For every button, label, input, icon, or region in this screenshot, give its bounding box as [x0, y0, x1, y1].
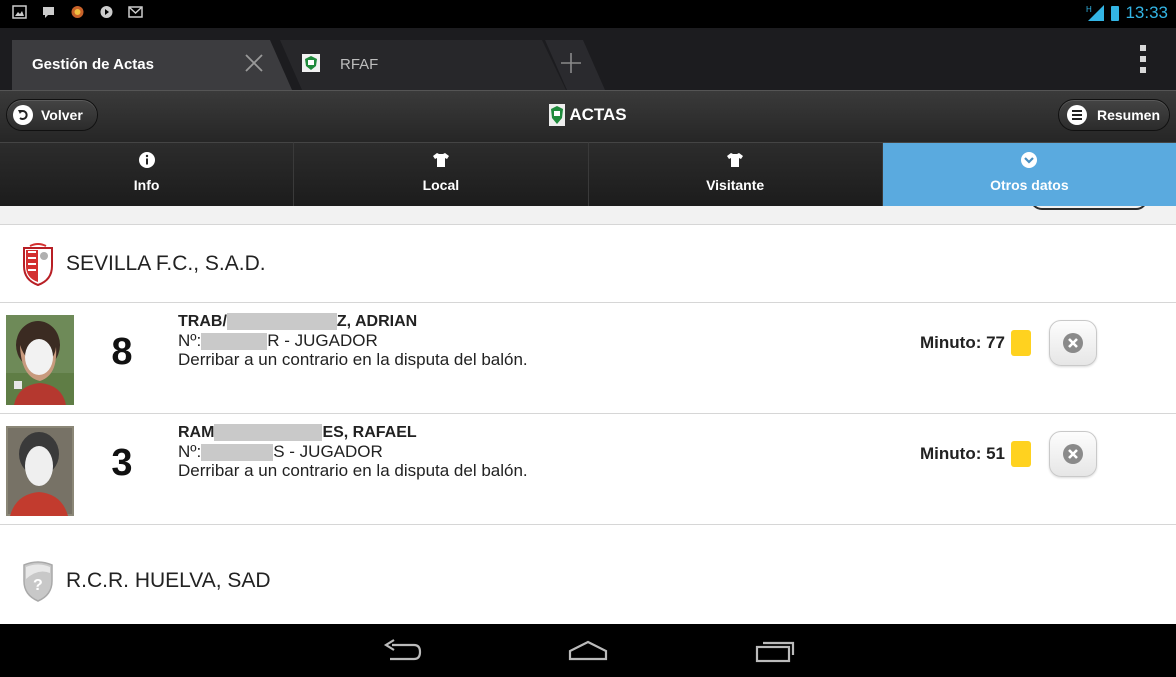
- system-navigation-bar: [0, 624, 1176, 677]
- redacted-block: [226, 313, 337, 331]
- tab-visitante[interactable]: Visitante: [588, 142, 883, 206]
- license-number: Nº: R - JUGADOR: [178, 331, 378, 351]
- remove-sanction-button[interactable]: [1049, 431, 1097, 477]
- plus-icon[interactable]: [560, 52, 582, 74]
- info-icon: [138, 152, 155, 168]
- tab-label: Local: [422, 177, 460, 193]
- tab-rfaf[interactable]: RFAF: [280, 40, 566, 90]
- redacted-block: [214, 424, 323, 442]
- shirt-icon: [432, 153, 449, 167]
- shield-icon: ?: [23, 561, 53, 602]
- home-icon: [568, 640, 608, 661]
- minute-label: Minuto: 51: [920, 444, 1005, 463]
- shirt-number: 8: [111, 331, 133, 373]
- title-text: ACTAS: [569, 105, 627, 124]
- minute-indicator: Minuto: 51: [920, 441, 1031, 467]
- image-icon: [12, 5, 27, 19]
- notification-icons: [12, 5, 143, 19]
- tab-label: RFAF: [340, 56, 379, 73]
- list-icon: [1067, 105, 1087, 125]
- close-icon[interactable]: [243, 52, 265, 74]
- close-circle-icon: [1063, 444, 1083, 464]
- tab-local[interactable]: Local: [294, 142, 589, 206]
- tab-otros-datos[interactable]: Otros datos: [882, 142, 1176, 206]
- tab-label: Visitante: [706, 177, 765, 193]
- minute-indicator: Minuto: 77: [920, 330, 1031, 356]
- rfaf-logo-icon: [549, 104, 566, 126]
- play-icon: [100, 6, 113, 18]
- license-number: Nº: S - JUGADOR: [178, 442, 383, 462]
- main-content[interactable]: SEVILLA F.C., S.A.D. 8 TRAB/Z, ADRIAN Nº…: [0, 206, 1176, 624]
- system-status: H 13:33: [1085, 3, 1168, 23]
- recent-apps-icon: [755, 641, 795, 663]
- back-nav-button[interactable]: [372, 636, 432, 666]
- close-circle-icon: [1063, 333, 1083, 353]
- app-icon: [71, 6, 84, 18]
- svg-text:H: H: [1086, 5, 1092, 14]
- player-row: 8 TRAB/Z, ADRIAN Nº: R - JUGADOR Derribar…: [0, 303, 1176, 414]
- redacted-block: [201, 333, 268, 351]
- back-icon: [383, 639, 422, 661]
- player-name: RAM ES, RAFAEL: [178, 424, 417, 442]
- shirt-number: 3: [111, 442, 133, 484]
- browser-tab-bar: Gestión de Actas RFAF: [0, 28, 1176, 90]
- mail-icon: [128, 6, 143, 18]
- team-name: R.C.R. HUELVA, SAD: [66, 569, 271, 592]
- yellow-card-icon: [1011, 330, 1031, 356]
- summary-button[interactable]: Resumen: [1058, 99, 1170, 131]
- chevron-down-icon: [1021, 152, 1038, 168]
- message-icon: [43, 7, 54, 18]
- tab-label: Info: [133, 177, 160, 193]
- svg-text:?: ?: [33, 577, 43, 594]
- scroll-edge: [0, 206, 1176, 225]
- player-name: TRAB/Z, ADRIAN: [178, 313, 418, 331]
- overflow-menu-icon[interactable]: [1140, 45, 1146, 73]
- team-header: ? R.C.R. HUELVA, SAD: [0, 525, 1176, 624]
- tab-label: Gestión de Actas: [32, 56, 154, 73]
- infraction-reason: Derribar a un contrario en la disputa de…: [178, 350, 528, 370]
- remove-sanction-button[interactable]: [1049, 320, 1097, 366]
- player-info: RAM ES, RAFAEL Nº: S - JUGADOR Derribar a …: [178, 423, 528, 480]
- app-header: Volver ACTAS Resumen: [0, 90, 1176, 142]
- status-bar: H 13:33: [0, 0, 1176, 28]
- sevilla-crest-icon: [23, 242, 53, 286]
- recent-apps-button[interactable]: [745, 636, 805, 666]
- summary-label: Resumen: [1097, 107, 1161, 123]
- signal-icon: H: [1086, 5, 1105, 21]
- team-header: SEVILLA F.C., S.A.D.: [0, 225, 1176, 303]
- player-photo: [6, 426, 74, 516]
- section-tabs: Info Local Visitante Otros datos: [0, 142, 1176, 206]
- yellow-card-icon: [1011, 441, 1031, 467]
- shirt-icon: [727, 153, 744, 167]
- home-nav-button[interactable]: [558, 636, 618, 666]
- page-title: ACTAS: [0, 104, 1176, 126]
- player-photo: [6, 315, 74, 405]
- tab-info[interactable]: Info: [0, 142, 295, 206]
- minute-label: Minuto: 77: [920, 333, 1005, 352]
- player-row: 3 RAM ES, RAFAEL Nº: S - JUGADOR Derribar …: [0, 414, 1176, 525]
- team-name: SEVILLA F.C., S.A.D.: [66, 251, 266, 275]
- redacted-block: [201, 444, 274, 462]
- tab-gestion-de-actas[interactable]: Gestión de Actas: [12, 40, 292, 90]
- rfaf-favicon-icon: [302, 54, 320, 72]
- battery-icon: [1111, 5, 1120, 21]
- player-info: TRAB/Z, ADRIAN Nº: R - JUGADOR Derribar a…: [178, 312, 528, 369]
- clock: 13:33: [1125, 3, 1168, 22]
- infraction-reason: Derribar a un contrario en la disputa de…: [178, 461, 528, 481]
- partially-hidden-button[interactable]: [1030, 206, 1148, 210]
- tab-label: Otros datos: [990, 177, 1069, 193]
